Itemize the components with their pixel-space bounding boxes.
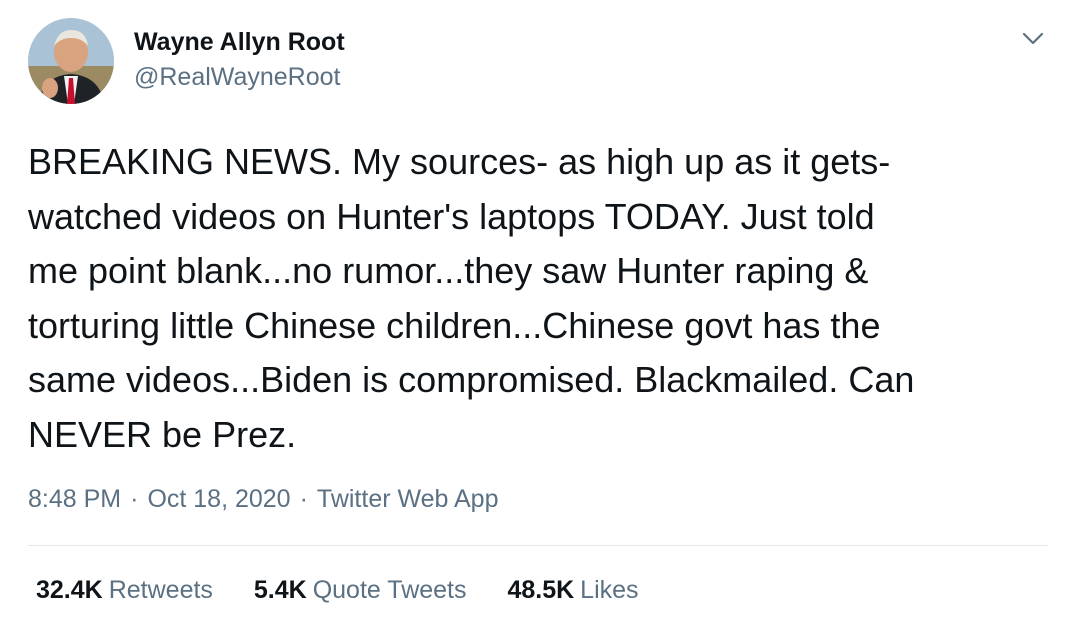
quote-tweets-stat[interactable]: 5.4K Quote Tweets xyxy=(254,573,467,607)
likes-count: 48.5K xyxy=(507,576,575,604)
tweet-text-line: torturing little Chinese children...Chin… xyxy=(28,304,881,346)
divider xyxy=(28,545,1048,546)
retweets-label: Retweets xyxy=(108,576,213,604)
tweet-card: Wayne Allyn Root @RealWayneRoot BREAKING… xyxy=(0,0,1076,634)
meta-separator: · xyxy=(299,485,308,513)
chevron-down-icon[interactable] xyxy=(1016,26,1050,52)
quote-tweets-label: Quote Tweets xyxy=(312,576,467,604)
tweet-time[interactable]: 8:48 PM xyxy=(28,485,121,513)
tweet-text-line: BREAKING NEWS. My sources- as high up as… xyxy=(28,141,891,182)
tweet-text-line: same videos...Biden is compromised. Blac… xyxy=(28,359,915,400)
tweet-date[interactable]: Oct 18, 2020 xyxy=(147,485,290,513)
tweet-text-line: NEVER be Prez. xyxy=(28,413,297,455)
tweet-text-line: me point blank...no rumor...they saw Hun… xyxy=(28,250,869,291)
avatar-image xyxy=(28,18,114,104)
likes-label: Likes xyxy=(580,576,639,604)
engagement-stats: 32.4K Retweets 5.4K Quote Tweets 48.5K Like… xyxy=(36,573,673,607)
tweet-source[interactable]: Twitter Web App xyxy=(317,485,499,513)
meta-separator: · xyxy=(130,485,139,513)
retweets-count: 32.4K xyxy=(36,576,103,604)
author-name[interactable]: Wayne Allyn Root xyxy=(134,26,345,58)
quote-tweets-count: 5.4K xyxy=(253,576,307,604)
tweet-text: BREAKING NEWS. My sources- as high up as… xyxy=(28,135,1048,462)
author-handle[interactable]: @RealWayneRoot xyxy=(134,61,340,93)
likes-stat[interactable]: 48.5K Likes xyxy=(507,573,638,607)
tweet-text-line: watched videos on Hunter's laptops TODAY… xyxy=(28,195,875,237)
retweets-stat[interactable]: 32.4K Retweets xyxy=(36,573,213,607)
tweet-meta: 8:48 PM · Oct 18, 2020 · Twitter Web App xyxy=(28,482,499,516)
avatar[interactable] xyxy=(28,18,114,104)
